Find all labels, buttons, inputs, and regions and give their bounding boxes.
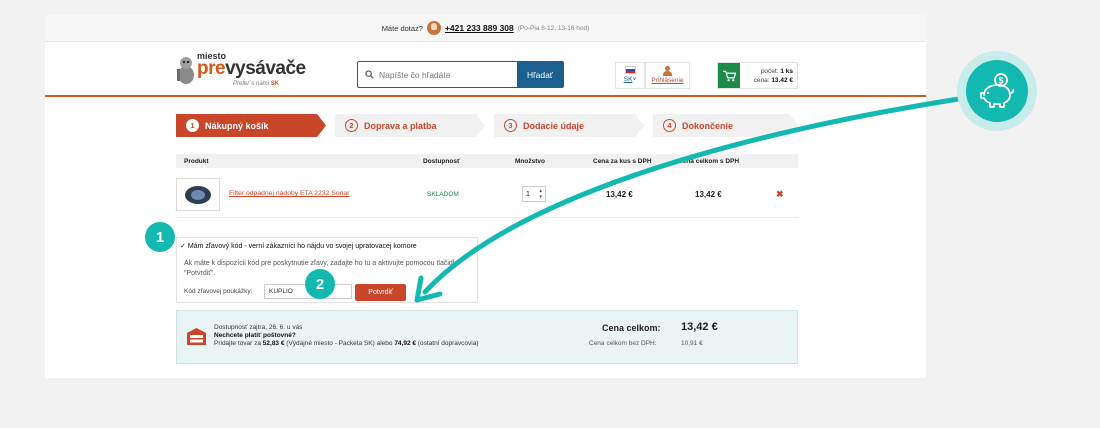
cart-table-header: Produkt Dostupnosť Množstvo Cena za kus … <box>176 154 798 168</box>
checkout-steps: 1 Nákupný košík 2 Doprava a platba 3 Dod… <box>176 114 798 137</box>
confirm-coupon-button[interactable]: Potvrdiť <box>355 284 406 301</box>
checkout-area: 1 Nákupný košík 2 Doprava a platba 3 Dod… <box>45 15 926 378</box>
unit-price: 13,42 € <box>606 190 633 199</box>
remove-item-icon[interactable]: ✖ <box>776 189 784 200</box>
step-finish[interactable]: 4 Dokončenie <box>653 114 798 137</box>
free-shipping-prefix: Pridajte tovar za <box>214 340 261 347</box>
delivery-van-icon <box>187 328 206 345</box>
product-thumbnail[interactable] <box>176 178 220 211</box>
table-row: Filter odpadnej nádoby ETA 2232 Sonar SK… <box>176 174 798 218</box>
free-shipping-middle: (Výdajné miesto - Packeta SK) alebo <box>286 340 393 347</box>
total-label: Cena celkom: <box>602 323 661 333</box>
step-shipping[interactable]: 2 Doprava a platba <box>335 114 485 137</box>
stock-status: SKLADOM <box>427 191 459 198</box>
total-no-vat-value: 10,91 € <box>681 340 703 347</box>
delivery-date: Dostupnosť zajtra, 26. 6. u vás <box>214 324 303 331</box>
piggy-bank-badge: $ <box>957 51 1037 131</box>
step-number: 3 <box>504 119 517 132</box>
filter-image <box>185 185 211 204</box>
step-label: Dodacie údaje <box>523 120 585 131</box>
free-shipping-amount-other: 74,92 € <box>394 340 416 347</box>
checkmark-icon: ✓ <box>180 243 186 250</box>
step-label: Doprava a platba <box>364 120 437 131</box>
step-label: Nákupný košík <box>205 120 269 131</box>
svg-text:$: $ <box>998 76 1003 86</box>
col-availability: Dostupnosť <box>423 158 461 165</box>
quantity-value: 1 <box>526 190 530 198</box>
row-total-price: 13,42 € <box>695 190 722 199</box>
free-shipping-question: Nechcete platiť poštovné? <box>214 332 296 339</box>
total-no-vat-label: Cena celkom bez DPH: <box>589 340 657 347</box>
free-shipping-amount-packeta: 52,83 € <box>262 340 285 347</box>
stepper-arrows-icon[interactable]: ▲ ▼ <box>539 188 543 200</box>
col-total-price: Cena celkom s DPH <box>678 158 740 165</box>
step-number: 1 <box>186 119 199 132</box>
order-summary: Dostupnosť zajtra, 26. 6. u vás Nechcete… <box>176 310 798 364</box>
step-number: 4 <box>663 119 676 132</box>
coupon-field-label: Kód zľavovej poukážky: <box>184 288 253 295</box>
step-badge-2: 2 <box>305 269 335 299</box>
step-label: Dokončenie <box>682 120 734 131</box>
col-unit-price: Cena za kus s DPH <box>593 158 652 165</box>
col-quantity: Množstvo <box>515 158 545 165</box>
shipping-info: Dostupnosť zajtra, 26. 6. u vás Nechcete… <box>214 324 479 348</box>
col-product: Produkt <box>184 158 209 165</box>
coupon-checkbox[interactable]: ✓ Mám zľavový kód - verní zákazníci ho n… <box>180 242 417 250</box>
step-badge-1: 1 <box>145 222 175 252</box>
quantity-stepper[interactable]: 1 ▲ ▼ <box>522 186 546 202</box>
step-number: 2 <box>345 119 358 132</box>
coupon-checkbox-label: Mám zľavový kód - verní zákazníci ho náj… <box>187 243 417 250</box>
step-delivery-details[interactable]: 3 Dodacie údaje <box>494 114 644 137</box>
product-link[interactable]: Filter odpadnej nádoby ETA 2232 Sonar <box>229 190 349 197</box>
step-cart[interactable]: 1 Nákupný košík <box>176 114 326 137</box>
total-value: 13,42 € <box>681 321 718 333</box>
free-shipping-suffix: (ostatní dopravcovia) <box>417 340 479 347</box>
piggy-bank-icon: $ <box>980 73 1015 108</box>
